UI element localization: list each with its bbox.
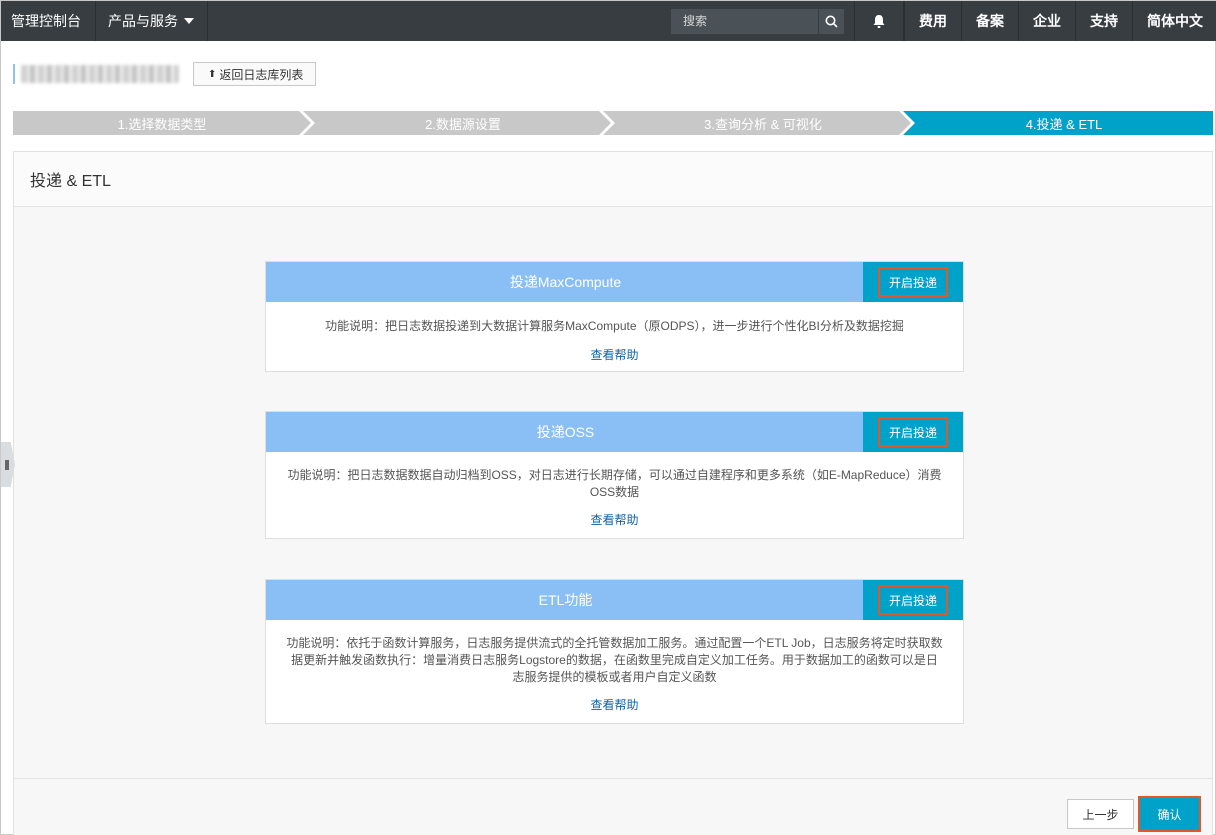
logstore-name-redacted [21,65,179,83]
panel-footer [14,778,1212,835]
back-to-logstore-list-button[interactable]: ⬆ 返回日志库列表 [193,62,317,86]
products-services-label: 产品与服务 [108,13,178,29]
console-home-link[interactable]: 管理控制台 [1,1,96,41]
step-1[interactable]: 1.选择数据类型 [13,111,311,135]
delivery-etl-panel: 投递 & ETL 投递MaxCompute 开启投递 功能说明：把日志数据投递到… [13,151,1213,835]
card-header: 投递OSS 开启投递 [266,412,963,452]
step-4[interactable]: 4.投递 & ETL [915,111,1213,135]
enable-oss-delivery-button[interactable]: 开启投递 [863,412,963,452]
card-description: 功能说明：把日志数据数据自动归档到OSS，对日志进行长期存储，可以通过自建程序和… [287,468,942,499]
arrow-up-icon: ⬆ [208,68,217,80]
card-header: ETL功能 开启投递 [266,580,963,620]
card-description: 功能说明：把日志数据投递到大数据计算服务MaxCompute（原ODPS），进一… [325,319,904,333]
help-link[interactable]: 查看帮助 [590,346,638,363]
confirm-button[interactable]: 确认 [1138,796,1201,832]
enable-delivery-label: 开启投递 [878,585,948,615]
search-icon[interactable] [818,8,844,34]
step-3[interactable]: 3.查询分析 & 可视化 [615,111,911,135]
card-title: 投递MaxCompute [509,274,622,290]
back-button-label: 返回日志库列表 [219,67,304,82]
products-services-menu[interactable]: 产品与服务 [96,1,208,41]
enable-maxcompute-delivery-button[interactable]: 开启投递 [863,262,963,302]
page-header: ⬆ 返回日志库列表 [13,62,317,86]
search-box [671,8,844,34]
enable-delivery-label: 开启投递 [878,417,948,447]
notification-bell-icon[interactable] [854,1,904,41]
oss-card: 投递OSS 开启投递 功能说明：把日志数据数据自动归档到OSS，对日志进行长期存… [265,411,964,539]
card-title: ETL功能 [538,592,593,608]
nav-language[interactable]: 简体中文 [1132,1,1216,41]
step-2[interactable]: 2.数据源设置 [315,111,611,135]
wizard-steps: 1.选择数据类型 2.数据源设置 3.查询分析 & 可视化 4.投递 & ETL [13,111,1213,135]
nav-support[interactable]: 支持 [1075,1,1132,41]
title-accent-bar [13,64,15,84]
nav-icp-filing[interactable]: 备案 [961,1,1018,41]
top-nav-bar: 管理控制台 产品与服务 费用 备案 企业 支持 简体中文 [1,1,1216,41]
search-input[interactable] [671,14,811,28]
previous-step-button[interactable]: 上一步 [1067,799,1134,829]
grip-icon [4,459,9,470]
card-body: 功能说明：把日志数据投递到大数据计算服务MaxCompute（原ODPS），进一… [266,302,963,374]
chevron-down-icon [184,18,194,24]
enable-etl-button[interactable]: 开启投递 [863,580,963,620]
card-title: 投递OSS [536,424,595,440]
maxcompute-card: 投递MaxCompute 开启投递 功能说明：把日志数据投递到大数据计算服务Ma… [265,261,964,372]
etl-card: ETL功能 开启投递 功能说明：依托于函数计算服务，日志服务提供流式的全托管数据… [265,579,964,724]
card-body: 功能说明：依托于函数计算服务，日志服务提供流式的全托管数据加工服务。通过配置一个… [266,620,963,724]
card-description: 功能说明：依托于函数计算服务，日志服务提供流式的全托管数据加工服务。通过配置一个… [286,636,943,684]
nav-enterprise[interactable]: 企业 [1018,1,1075,41]
panel-title: 投递 & ETL [14,152,1212,207]
help-link[interactable]: 查看帮助 [590,696,638,713]
card-header: 投递MaxCompute 开启投递 [266,262,963,302]
enable-delivery-label: 开启投递 [878,267,948,297]
nav-fees[interactable]: 费用 [904,1,961,41]
help-link[interactable]: 查看帮助 [590,511,638,528]
card-body: 功能说明：把日志数据数据自动归档到OSS，对日志进行长期存储，可以通过自建程序和… [266,452,963,539]
